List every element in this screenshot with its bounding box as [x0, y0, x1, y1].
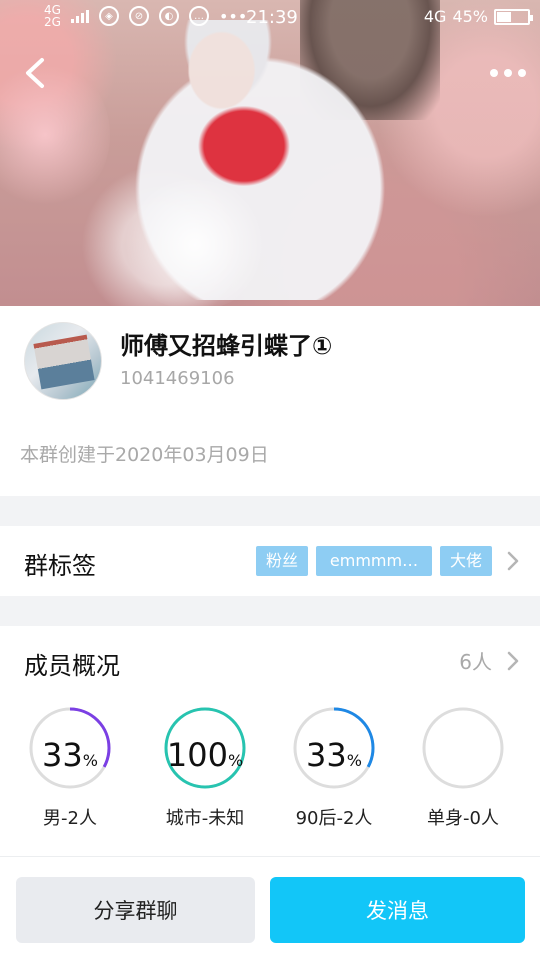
battery-percent: 45% — [452, 7, 488, 26]
single-label: 单身-0人 — [427, 808, 499, 829]
battery-icon — [494, 8, 533, 25]
chevron-left-icon — [26, 58, 44, 88]
no-disturb-icon: ⊘ — [128, 6, 149, 26]
age-percent: 33% — [306, 736, 362, 774]
battery-fill — [497, 11, 511, 22]
more-dot-icon — [518, 69, 526, 77]
group-info-card: 师傅又招蜂引蝶了① 1041469106 本群创建于2020年03月09日 — [0, 306, 540, 496]
single-ring — [422, 707, 504, 789]
group-profile-page: 4G 2G ◈ ⊘ ◐ … ••• 21:39 4G 45% 师傅又招蜂引蝶了①… — [0, 0, 540, 960]
stat-age[interactable]: 33% 90后-2人 — [269, 706, 399, 830]
group-id: 1041469106 — [120, 368, 235, 389]
tag-chip: 大佬 — [439, 546, 492, 576]
group-avatar[interactable] — [24, 322, 102, 400]
more-notifications-icon: ••• — [218, 6, 248, 26]
group-name: 师傅又招蜂引蝶了① — [120, 332, 333, 360]
status-bar: 4G 2G ◈ ⊘ ◐ … ••• 21:39 4G 45% — [0, 0, 540, 34]
network-right-label: 4G — [423, 7, 447, 26]
chevron-right-icon[interactable] — [506, 651, 520, 671]
age-label: 90后-2人 — [295, 808, 373, 829]
tag-chips: 粉丝 emmmm… 大佬 — [255, 546, 492, 576]
stat-gender[interactable]: 33% 男-2人 — [5, 706, 135, 830]
members-title: 成员概况 — [24, 652, 120, 680]
bottom-action-bar: 分享群聊 发消息 — [0, 856, 540, 960]
group-created-date: 本群创建于2020年03月09日 — [20, 444, 269, 466]
tag-chip: 粉丝 — [255, 546, 308, 576]
more-dot-icon — [490, 69, 498, 77]
network-indicator: 4G 2G — [44, 4, 61, 28]
status-time: 21:39 — [246, 7, 298, 28]
app-notification-icon: ◈ — [98, 6, 119, 26]
member-overview-card: 成员概况 6人 33% 男-2人 100% 城市-未知 33% 90后-2人 单… — [0, 626, 540, 856]
status-left: 4G 2G ◈ ⊘ ◐ … ••• — [44, 4, 247, 28]
more-options-button[interactable] — [490, 60, 526, 86]
wechat-icon: ◐ — [158, 6, 179, 26]
send-message-button[interactable]: 发消息 — [270, 877, 525, 943]
member-count: 6人 — [459, 650, 492, 674]
signal-bars-icon — [70, 9, 89, 23]
tags-title: 群标签 — [24, 552, 96, 580]
more-dot-icon — [504, 69, 512, 77]
network-label-2g: 2G — [44, 15, 61, 29]
gender-percent: 33% — [42, 736, 98, 774]
group-tags-row[interactable]: 群标签 粉丝 emmmm… 大佬 — [0, 526, 540, 596]
cover-blossom-center — [120, 180, 270, 306]
stat-single[interactable]: 单身-0人 — [398, 706, 528, 830]
share-group-button[interactable]: 分享群聊 — [16, 877, 255, 943]
stat-city[interactable]: 100% 城市-未知 — [140, 706, 270, 830]
message-icon: … — [188, 6, 209, 26]
city-percent: 100% — [166, 736, 244, 774]
tag-chip: emmmm… — [315, 546, 432, 576]
city-label: 城市-未知 — [165, 808, 245, 829]
gender-label: 男-2人 — [43, 808, 97, 829]
status-right: 4G 45% — [423, 7, 533, 26]
back-button[interactable] — [20, 56, 50, 90]
chevron-right-icon — [507, 551, 519, 571]
group-cover-image — [0, 0, 540, 306]
cover-blossom-left — [0, 60, 110, 210]
